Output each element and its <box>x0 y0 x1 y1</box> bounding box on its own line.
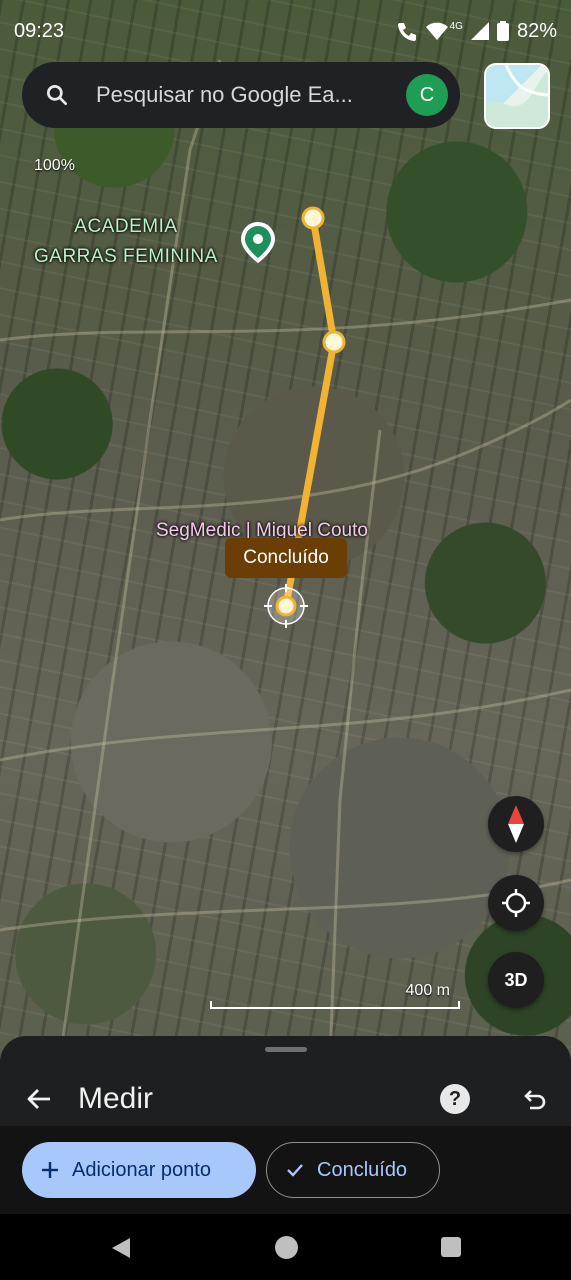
place-label-academia[interactable]: ACADEMIA GARRAS FEMININA <box>34 212 218 272</box>
sheet-title: Medir <box>78 1082 154 1115</box>
route-point <box>322 330 346 354</box>
battery-icon <box>496 21 509 41</box>
search-icon <box>46 84 68 106</box>
network-type: 4G <box>449 20 463 32</box>
route-point <box>301 206 325 230</box>
place-pin-icon <box>241 222 275 263</box>
status-time: 09:23 <box>14 19 65 42</box>
undo-icon[interactable] <box>518 1084 548 1114</box>
map-layers-button[interactable] <box>484 63 550 129</box>
check-icon <box>287 1164 303 1177</box>
three-d-button[interactable]: 3D <box>488 952 544 1008</box>
done-chip[interactable]: Concluído <box>225 538 347 578</box>
map-scale: 400 m <box>210 982 460 1013</box>
done-label: Concluído <box>317 1158 408 1181</box>
back-arrow-icon[interactable] <box>24 1084 54 1114</box>
place-label-line: ACADEMIA <box>74 216 178 237</box>
plus-icon <box>42 1162 58 1178</box>
sheet-header: Medir ? <box>0 1074 571 1124</box>
my-location-button[interactable] <box>488 875 544 931</box>
wifi-call-icon <box>397 23 416 41</box>
signal-icon <box>470 22 489 40</box>
status-icons: 4G 82% <box>396 20 557 43</box>
scale-bar <box>210 1001 460 1009</box>
status-bar: 09:23 4G 82% <box>0 0 571 62</box>
sheet-actions: Adicionar ponto Concluído <box>0 1126 571 1214</box>
drag-handle[interactable] <box>265 1047 307 1052</box>
system-nav-bar <box>0 1214 571 1280</box>
battery-percent: 82% <box>516 19 557 42</box>
wifi-icon <box>425 22 448 40</box>
account-avatar[interactable]: C <box>406 74 448 116</box>
my-location-icon <box>502 889 530 917</box>
search-placeholder[interactable]: Pesquisar no Google Ea... <box>96 82 406 108</box>
compass-button[interactable] <box>488 796 544 852</box>
map-layers-icon <box>486 65 548 127</box>
scale-label: 400 m <box>405 982 450 999</box>
zoom-level: 100% <box>34 157 75 174</box>
place-label-line: GARRAS FEMININA <box>34 246 218 267</box>
nav-home-icon[interactable] <box>275 1236 298 1259</box>
nav-recents-icon[interactable] <box>441 1237 461 1257</box>
compass-icon <box>508 805 524 843</box>
add-point-label: Adicionar ponto <box>72 1158 211 1181</box>
help-icon[interactable]: ? <box>440 1084 470 1114</box>
search-bar[interactable]: Pesquisar no Google Ea... C <box>22 62 460 128</box>
add-point-button[interactable]: Adicionar ponto <box>22 1142 256 1198</box>
nav-back-icon[interactable] <box>110 1236 132 1260</box>
done-button[interactable]: Concluído <box>266 1142 440 1198</box>
